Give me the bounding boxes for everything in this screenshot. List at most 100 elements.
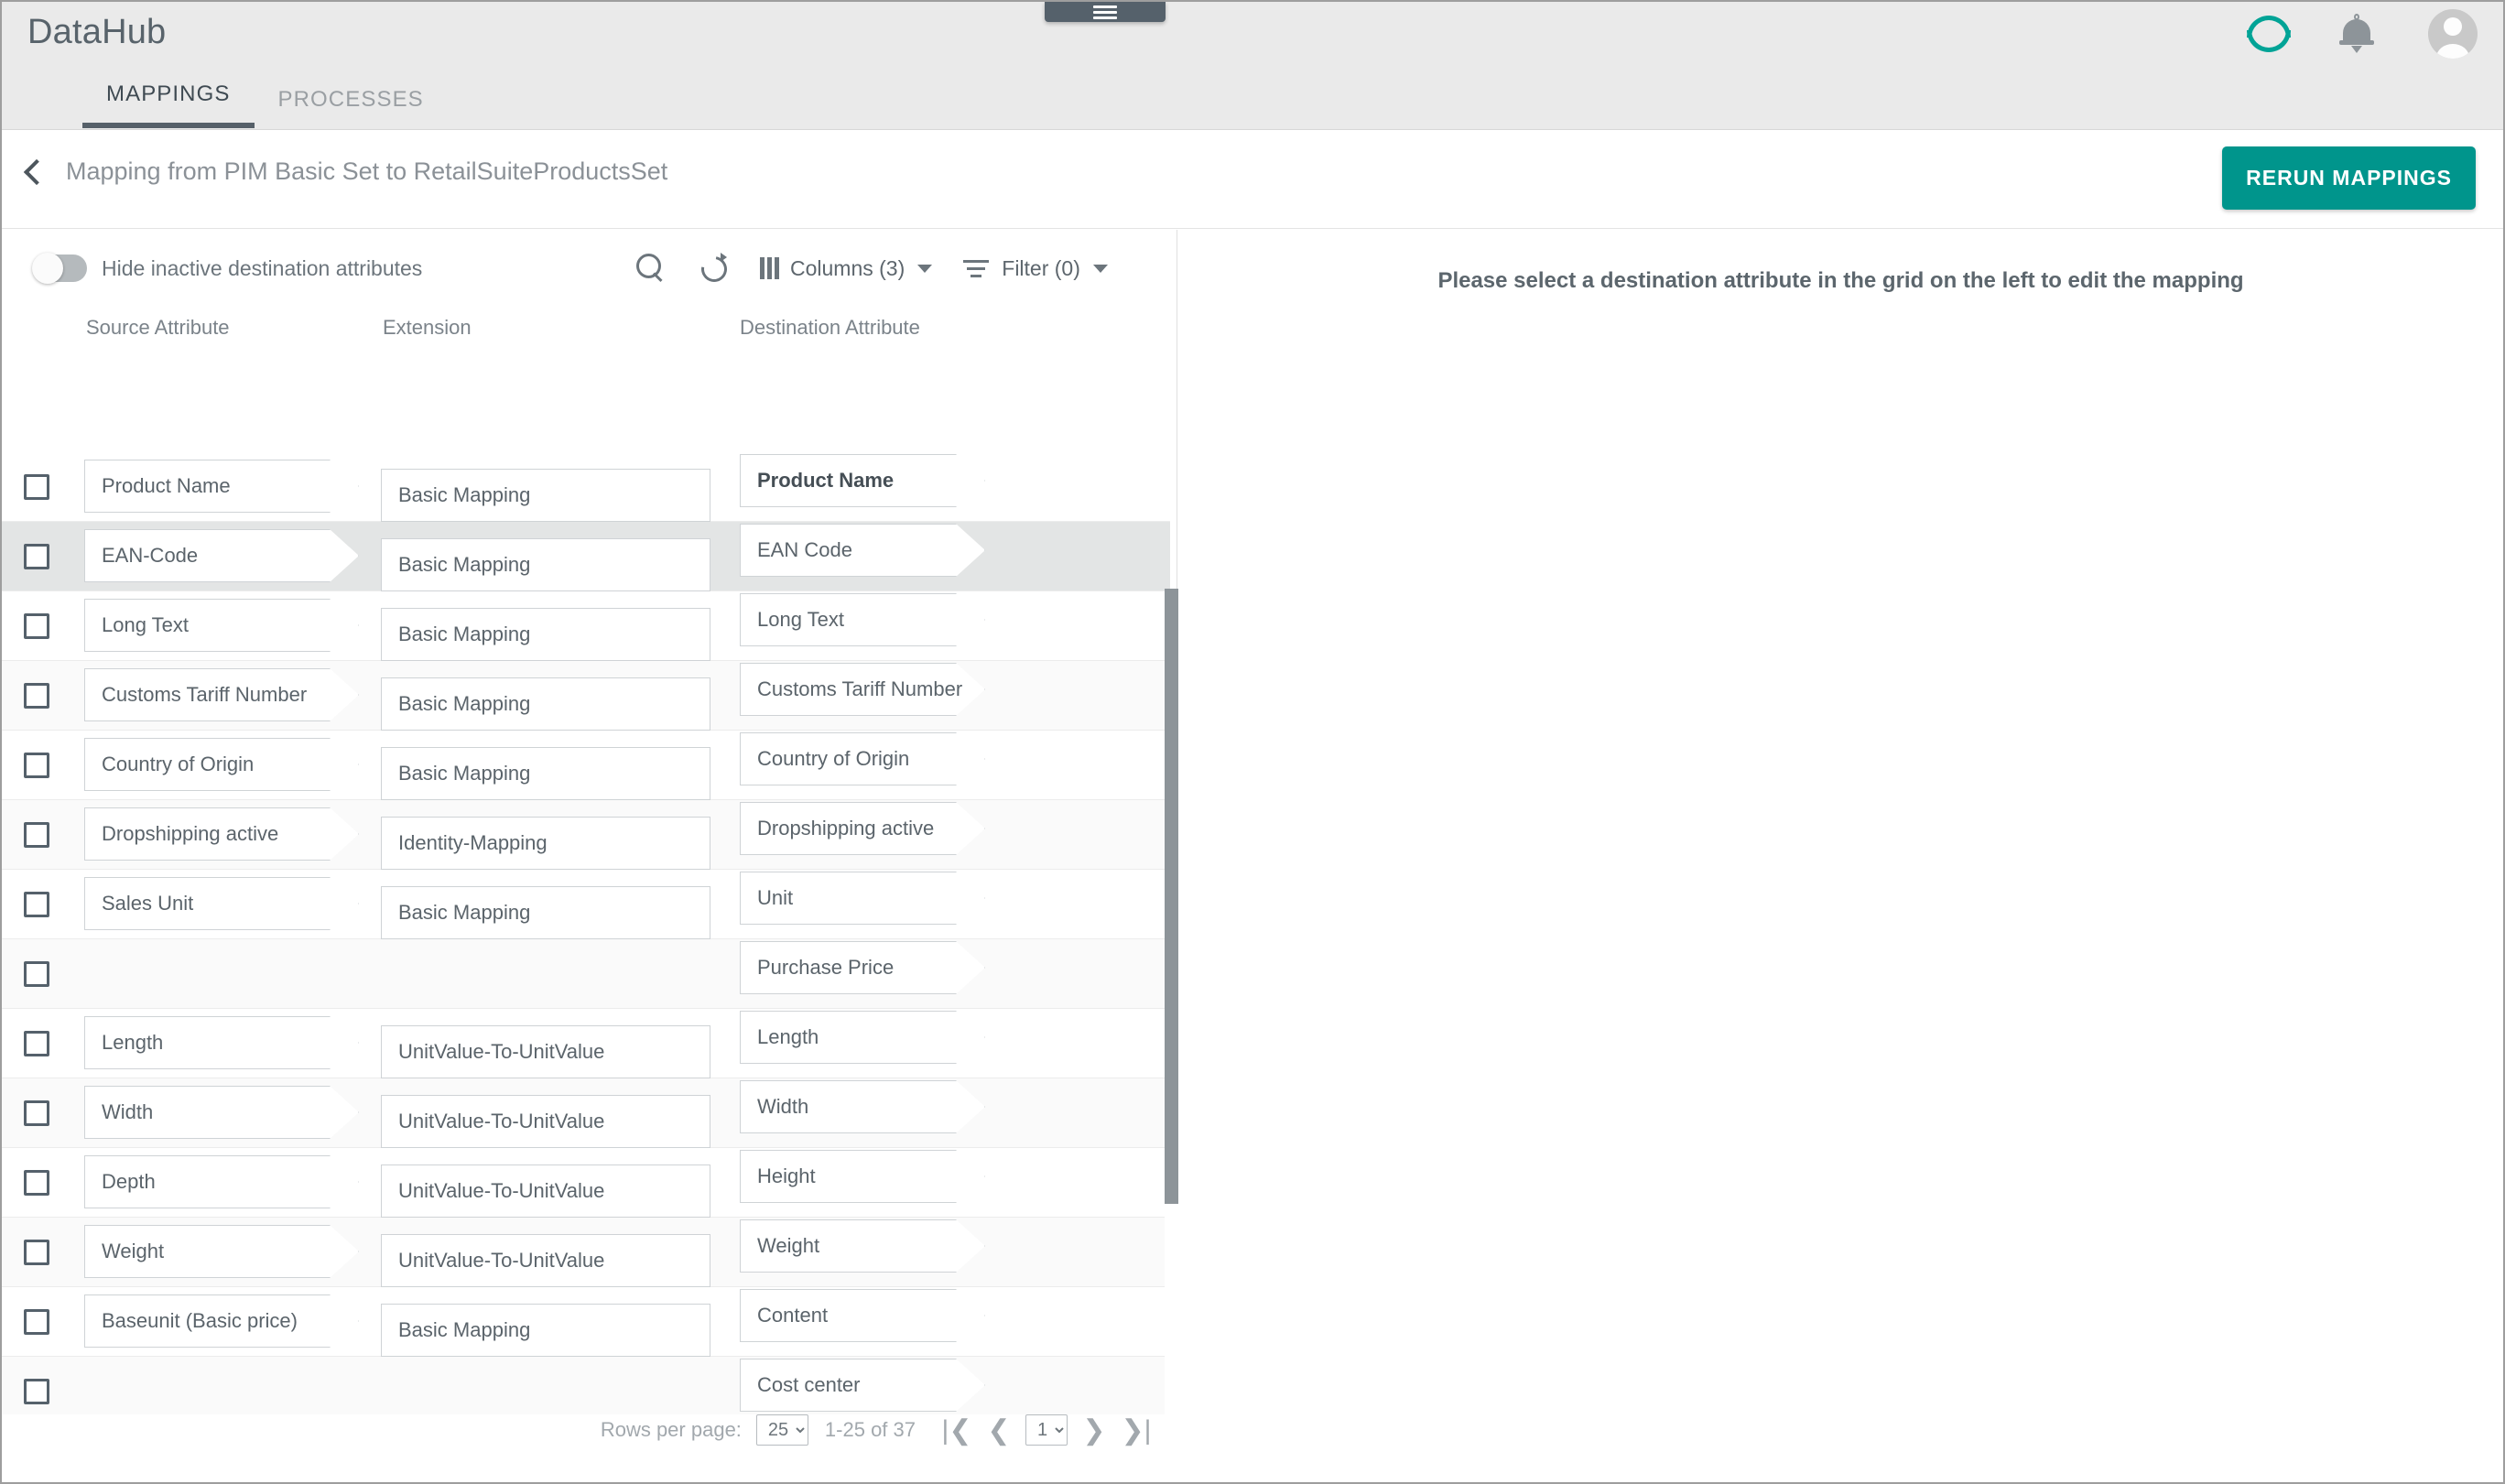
- extension-cell[interactable]: UnitValue-To-UnitValue: [381, 1025, 710, 1078]
- extension-cell[interactable]: Basic Mapping: [381, 747, 710, 800]
- row-checkbox[interactable]: [24, 821, 49, 848]
- table-row[interactable]: Weight UnitValue-To-UnitValue Weight: [2, 1218, 1170, 1287]
- grid-toolbar: Hide inactive destination attributes Col…: [2, 230, 1177, 316]
- first-page-icon[interactable]: |❮: [936, 1409, 978, 1451]
- next-page-icon[interactable]: ❯: [1073, 1409, 1115, 1451]
- source-attribute-cell[interactable]: EAN-Code: [84, 529, 359, 582]
- extension-cell[interactable]: Basic Mapping: [381, 677, 710, 731]
- refresh-button[interactable]: [698, 253, 729, 284]
- source-attribute-cell[interactable]: Sales Unit: [84, 877, 359, 930]
- loading-spinner-icon[interactable]: [2243, 13, 2291, 55]
- destination-attribute-cell[interactable]: Purchase Price: [740, 941, 985, 994]
- grid-vertical-scrollbar[interactable]: [1165, 589, 1179, 1482]
- page-number-select[interactable]: 1: [1025, 1414, 1068, 1446]
- tab-processes[interactable]: PROCESSES: [255, 87, 448, 129]
- source-attribute-cell[interactable]: Length: [84, 1016, 359, 1069]
- row-checkbox[interactable]: [24, 1308, 49, 1335]
- header-icon-group: [2243, 9, 2478, 59]
- table-row[interactable]: Depth UnitValue-To-UnitValue Height: [2, 1148, 1170, 1218]
- destination-attribute-cell[interactable]: Weight: [740, 1219, 985, 1273]
- pagination-bar: Rows per page: 25 1-25 of 37 |❮ ❮ 1 ❯ ❯|: [2, 1409, 1177, 1451]
- extension-cell[interactable]: Basic Mapping: [381, 886, 710, 939]
- columns-selector[interactable]: Columns (3): [760, 256, 933, 281]
- page-subheader: Mapping from PIM Basic Set to RetailSuit…: [2, 130, 2503, 229]
- hamburger-icon: [1093, 3, 1117, 22]
- destination-attribute-cell[interactable]: Product Name: [740, 454, 985, 507]
- table-row[interactable]: Width UnitValue-To-UnitValue Width: [2, 1078, 1170, 1148]
- table-row[interactable]: Long Text Basic Mapping Long Text: [2, 591, 1170, 661]
- source-attribute-cell[interactable]: Country of Origin: [84, 738, 359, 791]
- extension-cell[interactable]: Basic Mapping: [381, 1304, 710, 1357]
- extension-cell[interactable]: Basic Mapping: [381, 469, 710, 522]
- destination-attribute-cell[interactable]: Cost center: [740, 1359, 985, 1412]
- rerun-mappings-button[interactable]: RERUN MAPPINGS: [2222, 146, 2476, 210]
- empty-state-message: Please select a destination attribute in…: [1437, 268, 2244, 293]
- table-row[interactable]: Length UnitValue-To-UnitValue Length: [2, 1009, 1170, 1078]
- source-attribute-cell[interactable]: Weight: [84, 1225, 359, 1278]
- notification-bell-icon[interactable]: [2337, 13, 2377, 55]
- row-checkbox[interactable]: [24, 1378, 49, 1404]
- destination-attribute-cell[interactable]: Unit: [740, 872, 985, 925]
- extension-cell[interactable]: UnitValue-To-UnitValue: [381, 1234, 710, 1287]
- table-row[interactable]: Customs Tariff Number Basic Mapping Custom…: [2, 661, 1170, 731]
- table-row[interactable]: Cost center: [2, 1357, 1170, 1414]
- table-row[interactable]: Country of Origin Basic Mapping Country of…: [2, 731, 1170, 800]
- destination-attribute-cell[interactable]: Content: [740, 1289, 985, 1342]
- previous-page-icon[interactable]: ❮: [978, 1409, 1020, 1451]
- row-checkbox[interactable]: [24, 473, 49, 500]
- row-checkbox[interactable]: [24, 612, 49, 639]
- source-attribute-cell[interactable]: Baseunit (Basic price): [84, 1294, 359, 1348]
- destination-attribute-cell[interactable]: Length: [740, 1011, 985, 1064]
- destination-attribute-cell[interactable]: Country of Origin: [740, 732, 985, 785]
- source-attribute-cell[interactable]: Long Text: [84, 599, 359, 652]
- row-checkbox[interactable]: [24, 682, 49, 709]
- source-attribute-cell[interactable]: Customs Tariff Number: [84, 668, 359, 721]
- row-checkbox[interactable]: [24, 543, 49, 569]
- row-checkbox[interactable]: [24, 1239, 49, 1265]
- table-row[interactable]: Product Name Basic Mapping Product Name: [2, 452, 1170, 522]
- chevron-left-icon[interactable]: [23, 158, 50, 186]
- extension-cell[interactable]: Identity-Mapping: [381, 817, 710, 870]
- toggle-switch[interactable]: [32, 253, 87, 284]
- scrollbar-thumb[interactable]: [1165, 589, 1179, 1204]
- row-checkbox[interactable]: [24, 891, 49, 917]
- source-attribute-cell[interactable]: Product Name: [84, 460, 359, 513]
- row-checkbox[interactable]: [24, 1099, 49, 1126]
- table-row[interactable]: Dropshipping active Identity-Mapping Drops…: [2, 800, 1170, 870]
- row-checkbox[interactable]: [24, 752, 49, 778]
- app-brand-title: DataHub: [27, 13, 167, 51]
- destination-attribute-cell[interactable]: Long Text: [740, 593, 985, 646]
- grid-scroll-viewport[interactable]: Product Name Basic Mapping Product Name EAN…: [2, 452, 1177, 1414]
- row-checkbox[interactable]: [24, 960, 49, 987]
- destination-attribute-cell[interactable]: Width: [740, 1080, 985, 1133]
- application-window: DataHub MAPPINGS PROCESSES Mapping from …: [0, 0, 2505, 1484]
- source-attribute-cell[interactable]: Depth: [84, 1155, 359, 1208]
- row-checkbox[interactable]: [24, 1169, 49, 1196]
- table-row[interactable]: Baseunit (Basic price) Basic Mapping Conte…: [2, 1287, 1170, 1357]
- row-checkbox[interactable]: [24, 1030, 49, 1056]
- rows-per-page-select[interactable]: 25: [755, 1414, 808, 1446]
- window-drag-handle[interactable]: [1045, 2, 1166, 22]
- search-icon: [634, 252, 667, 285]
- table-row[interactable]: Purchase Price: [2, 939, 1170, 1009]
- search-button[interactable]: [634, 252, 667, 285]
- extension-cell[interactable]: Basic Mapping: [381, 538, 710, 591]
- user-avatar[interactable]: [2428, 9, 2478, 59]
- grid-tool-group: Columns (3) Filter (0): [634, 252, 1108, 285]
- hide-inactive-toggle[interactable]: Hide inactive destination attributes: [32, 253, 422, 284]
- table-row[interactable]: Sales Unit Basic Mapping Unit: [2, 870, 1170, 939]
- extension-cell[interactable]: Basic Mapping: [381, 608, 710, 661]
- tab-mappings[interactable]: MAPPINGS: [82, 81, 255, 129]
- destination-attribute-cell[interactable]: EAN Code: [740, 524, 985, 577]
- extension-cell[interactable]: UnitValue-To-UnitValue: [381, 1164, 710, 1218]
- source-attribute-cell[interactable]: Dropshipping active: [84, 807, 359, 861]
- source-attribute-cell[interactable]: Width: [84, 1086, 359, 1139]
- table-row[interactable]: EAN-Code Basic Mapping EAN Code: [2, 522, 1170, 591]
- destination-attribute-cell[interactable]: Dropshipping active: [740, 802, 985, 855]
- pagination-range-label: 1-25 of 37: [824, 1418, 916, 1441]
- extension-cell[interactable]: UnitValue-To-UnitValue: [381, 1095, 710, 1148]
- filter-selector[interactable]: Filter (0): [963, 255, 1108, 282]
- last-page-icon[interactable]: ❯|: [1115, 1409, 1157, 1451]
- destination-attribute-cell[interactable]: Height: [740, 1150, 985, 1203]
- destination-attribute-cell[interactable]: Customs Tariff Number: [740, 663, 985, 716]
